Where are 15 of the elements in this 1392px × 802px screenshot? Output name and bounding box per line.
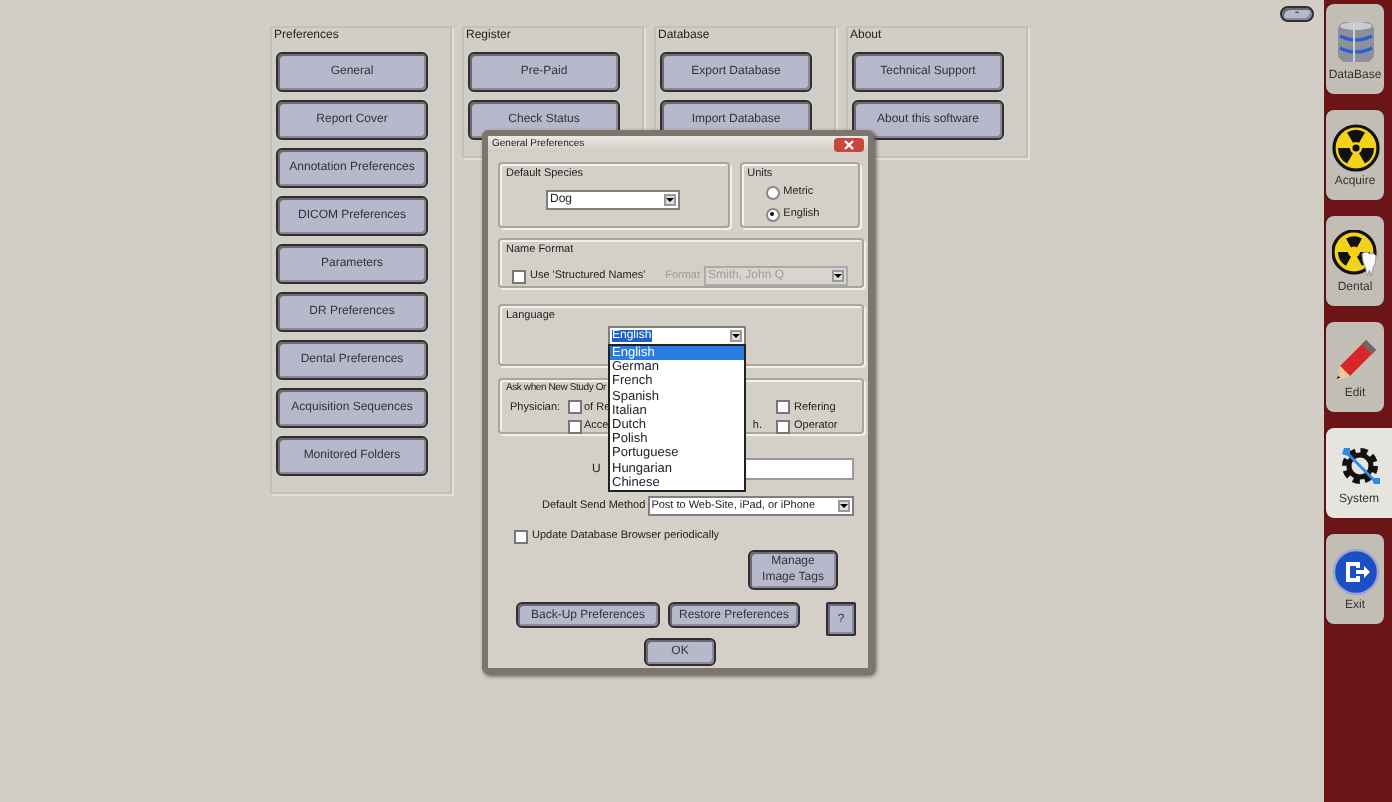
radiation-icon xyxy=(1331,123,1379,171)
database-icon xyxy=(1337,20,1373,62)
checkbox[interactable] xyxy=(776,419,790,433)
checkbox[interactable] xyxy=(568,400,582,414)
checkbox[interactable] xyxy=(568,419,582,433)
pencil-icon xyxy=(1335,339,1375,379)
radiation-tooth-icon xyxy=(1331,229,1376,276)
checkbox[interactable] xyxy=(776,400,790,414)
gear-wrench-icon xyxy=(1341,447,1379,483)
checkbox[interactable] xyxy=(514,529,528,543)
exit-icon xyxy=(1331,547,1379,595)
close-icon xyxy=(844,139,854,149)
radio-button[interactable] xyxy=(765,207,780,221)
radio-button[interactable] xyxy=(765,185,780,199)
close-button[interactable] xyxy=(834,137,864,151)
